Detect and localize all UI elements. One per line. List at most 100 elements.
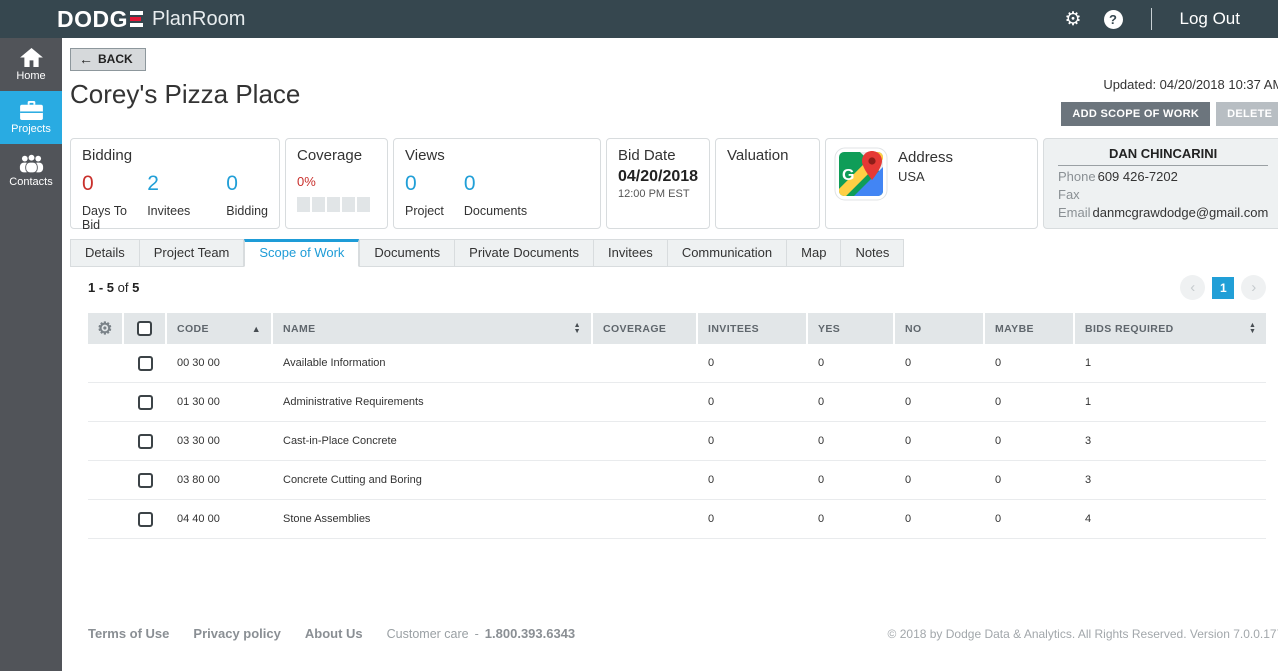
address-card-title: Address xyxy=(898,149,954,166)
valuation-card-title: Valuation xyxy=(727,147,789,164)
customer-care-label: Customer care xyxy=(386,626,469,641)
cell-coverage xyxy=(593,500,698,538)
document-views-label: Documents xyxy=(463,204,528,219)
range-values: 1 - 5 xyxy=(88,280,115,295)
cell-maybe: 0 xyxy=(995,435,1002,447)
cell-name: Cast-in-Place Concrete xyxy=(283,435,397,447)
next-page-button[interactable]: › xyxy=(1241,275,1267,300)
cell-maybe: 0 xyxy=(995,396,1002,408)
cell-invitees: 0 xyxy=(708,513,715,525)
main-content: ← BACK Corey's Pizza Place Updated: 04/2… xyxy=(62,38,1278,671)
table-row: 01 30 00 Administrative Requirements 0 0… xyxy=(88,383,1267,422)
cell-no: 0 xyxy=(905,435,912,447)
sidebar-item-home[interactable]: Home xyxy=(0,38,62,91)
tab-project-team[interactable]: Project Team xyxy=(139,239,245,267)
tab-details[interactable]: Details xyxy=(70,239,140,267)
coverage-card-title: Coverage xyxy=(297,147,363,164)
select-all-checkbox[interactable] xyxy=(137,321,152,336)
about-us-link[interactable]: About Us xyxy=(305,626,363,641)
dodge-planroom-logo: DODG PlanRoom xyxy=(57,6,245,33)
cell-yes: 0 xyxy=(818,396,825,408)
row-checkbox[interactable] xyxy=(138,472,153,488)
current-page-button[interactable]: 1 xyxy=(1212,276,1235,299)
google-maps-icon[interactable]: G xyxy=(834,147,888,220)
tab-invitees[interactable]: Invitees xyxy=(594,239,668,267)
cell-yes: 0 xyxy=(818,474,825,486)
row-checkbox[interactable] xyxy=(138,433,153,449)
tab-map[interactable]: Map xyxy=(787,239,842,267)
briefcase-icon xyxy=(19,100,43,120)
page-footer: Terms of Use Privacy policy About Us Cus… xyxy=(62,626,1278,641)
logo-dodge-text: DODG xyxy=(57,5,128,32)
email-label: Email xyxy=(1058,205,1091,220)
row-checkbox[interactable] xyxy=(138,511,153,527)
header-bids-required-label: BIDS REQUIRED xyxy=(1085,322,1174,335)
coverage-card: Coverage 0% xyxy=(285,138,388,229)
cell-invitees: 0 xyxy=(708,435,715,447)
header-name[interactable]: NAME ▲ ▼ xyxy=(273,313,593,344)
cell-bids-required: 4 xyxy=(1085,513,1092,525)
valuation-card: Valuation xyxy=(715,138,820,229)
privacy-policy-link[interactable]: Privacy policy xyxy=(193,626,280,641)
help-icon[interactable]: ? xyxy=(1103,9,1123,29)
header-bids-required[interactable]: BIDS REQUIRED ▲ ▼ xyxy=(1075,313,1267,344)
terms-of-use-link[interactable]: Terms of Use xyxy=(88,626,169,641)
contact-card: DAN CHINCARINI Phone 609 426-7202 Fax Em… xyxy=(1043,138,1278,229)
document-views-value: 0 xyxy=(463,172,476,195)
logout-button[interactable]: Log Out xyxy=(1180,9,1241,29)
cell-code: 00 30 00 xyxy=(177,357,220,369)
table-row: 03 30 00 Cast-in-Place Concrete 0 0 0 0 … xyxy=(88,422,1267,461)
bidding-card: Bidding 0 Days To Bid 2 Invitees 0 Biddi… xyxy=(70,138,280,232)
add-scope-of-work-button[interactable]: ADD SCOPE OF WORK xyxy=(1061,102,1211,126)
customer-care-phone[interactable]: 1.800.393.6343 xyxy=(485,626,575,641)
sidebar-item-label: Home xyxy=(16,69,46,82)
logo-product-text: PlanRoom xyxy=(152,7,246,30)
prev-page-button[interactable]: ‹ xyxy=(1180,275,1206,300)
tab-communication[interactable]: Communication xyxy=(667,239,788,267)
sidebar-item-contacts[interactable]: Contacts xyxy=(0,144,62,197)
page-title: Corey's Pizza Place xyxy=(70,79,301,109)
tab-notes[interactable]: Notes xyxy=(841,239,905,267)
cell-name: Concrete Cutting and Boring xyxy=(283,474,422,486)
header-maybe: MAYBE xyxy=(985,313,1075,344)
bidding-value: 0 xyxy=(226,172,238,195)
cell-bids-required: 1 xyxy=(1085,396,1092,408)
project-views-label: Project xyxy=(405,204,444,219)
tab-private-documents[interactable]: Private Documents xyxy=(455,239,594,267)
coverage-progress-bar xyxy=(297,197,376,212)
phone-label: Phone xyxy=(1058,169,1096,184)
tab-scope-of-work[interactable]: Scope of Work xyxy=(244,239,360,267)
table-row: 04 40 00 Stone Assemblies 0 0 0 0 4 xyxy=(88,500,1267,539)
back-button[interactable]: ← BACK xyxy=(70,48,146,71)
sidebar-item-projects[interactable]: Projects xyxy=(0,91,62,144)
coverage-percent: 0% xyxy=(297,174,316,189)
row-checkbox[interactable] xyxy=(138,394,153,410)
cell-maybe: 0 xyxy=(995,513,1002,525)
cell-code: 03 80 00 xyxy=(177,474,220,486)
row-checkbox[interactable] xyxy=(138,355,153,371)
range-of: of xyxy=(117,280,129,295)
column-settings-gear-icon[interactable]: ⚙ xyxy=(88,313,124,344)
cell-name: Administrative Requirements xyxy=(283,396,424,408)
updated-timestamp: Updated: 04/20/2018 10:37 AM xyxy=(1103,77,1278,92)
bid-date-card: Bid Date 04/20/2018 12:00 PM EST xyxy=(606,138,710,229)
cell-name: Available Information xyxy=(283,357,386,369)
settings-gear-icon[interactable]: ⚙ xyxy=(1064,10,1081,29)
back-arrow-icon: ← xyxy=(79,51,93,67)
tab-documents[interactable]: Documents xyxy=(359,239,456,267)
footer-dash: - xyxy=(474,626,479,641)
summary-cards: Bidding 0 Days To Bid 2 Invitees 0 Biddi… xyxy=(62,138,1278,232)
invitees-label: Invitees xyxy=(147,204,191,219)
project-views-value: 0 xyxy=(405,172,417,195)
header-code[interactable]: CODE ▲ xyxy=(167,313,273,344)
contact-name: DAN CHINCARINI xyxy=(1058,146,1269,166)
back-button-label: BACK xyxy=(98,52,133,66)
cell-coverage xyxy=(593,344,698,382)
cell-no: 0 xyxy=(905,474,912,486)
copyright-text: © 2018 by Dodge Data & Analytics. All Ri… xyxy=(887,626,1278,641)
fax-label: Fax xyxy=(1058,187,1080,202)
top-bar: DODG PlanRoom ⚙ ? Log Out xyxy=(0,0,1278,38)
bidding-label: Bidding xyxy=(226,204,268,219)
cell-invitees: 0 xyxy=(708,357,715,369)
delete-button[interactable]: DELETE xyxy=(1216,102,1278,126)
